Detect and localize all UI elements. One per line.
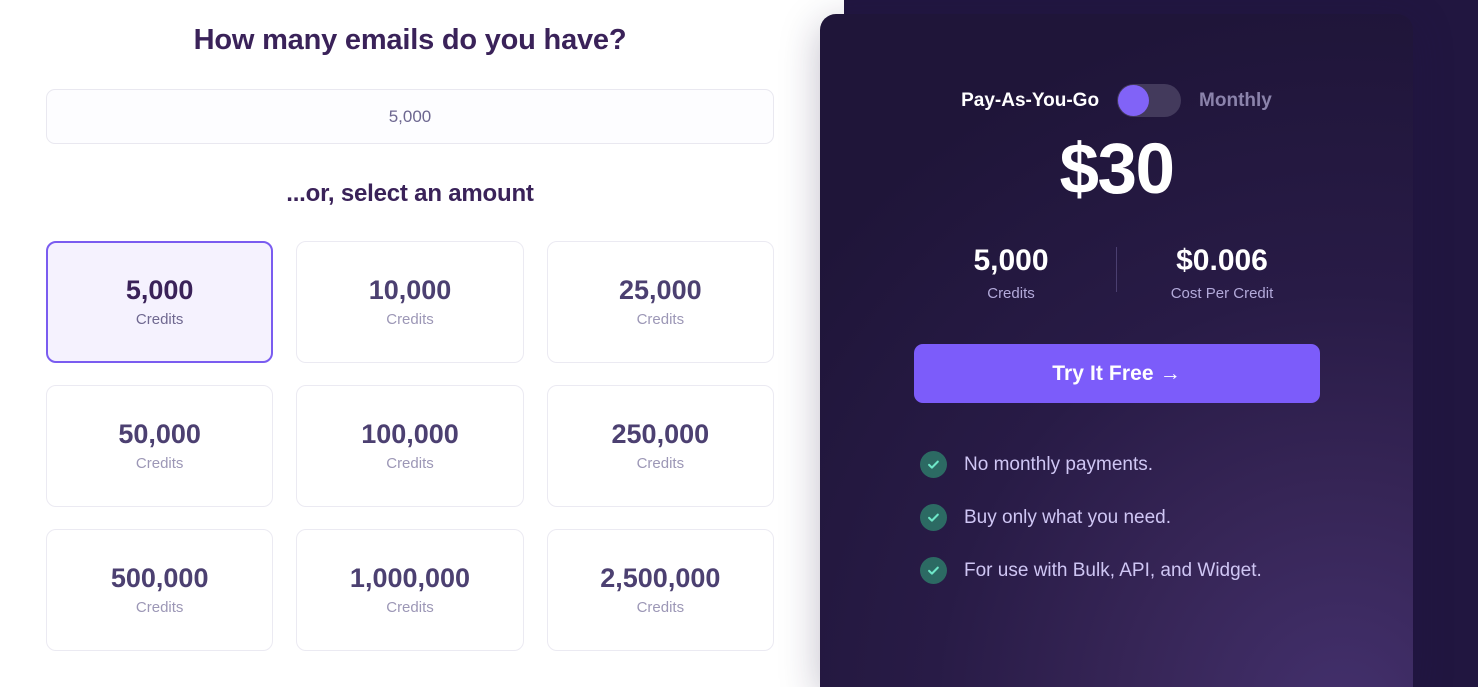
cta-label: Try It Free xyxy=(1052,361,1154,385)
plan-summary-card: Pay-As-You-Go Monthly $30 5,000 Credits … xyxy=(820,14,1413,687)
credit-option-label: Credits xyxy=(636,311,685,329)
feature-text: For use with Bulk, API, and Widget. xyxy=(964,559,1262,581)
credit-option-label: Credits xyxy=(386,311,434,329)
credit-option-amount: 1,000,000 xyxy=(349,562,471,593)
pricing-calculator-screen: How many emails do you have? ...or, sele… xyxy=(0,0,1478,687)
switch-knob xyxy=(1118,85,1150,116)
plan-summary-pane: Pay-As-You-Go Monthly $30 5,000 Credits … xyxy=(820,0,1478,687)
arrow-right-icon: → xyxy=(1159,361,1181,385)
plan-stat-label: Credits xyxy=(987,285,1035,303)
page-title: How many emails do you have? xyxy=(193,24,627,56)
billing-option-pay-as-you-go[interactable]: Pay-As-You-Go xyxy=(961,90,1099,112)
credit-option-card[interactable]: 5,000 Credits xyxy=(46,241,274,363)
credit-option-amount: 2,500,000 xyxy=(600,562,721,593)
credit-options-grid: 5,000 Credits 10,000 Credits 25,000 Cred… xyxy=(46,241,774,651)
try-it-free-button[interactable]: Try It Free → xyxy=(913,344,1320,404)
email-count-field-wrapper xyxy=(46,89,774,144)
credit-option-card[interactable]: 100,000 Credits xyxy=(296,385,524,507)
credit-option-amount: 100,000 xyxy=(361,418,459,449)
credit-option-card[interactable]: 500,000 Credits xyxy=(46,529,274,651)
credit-option-label: Credits xyxy=(386,455,434,473)
list-item: No monthly payments. xyxy=(920,451,1379,479)
credit-option-label: Credits xyxy=(386,599,434,617)
credit-option-card[interactable]: 250,000 Credits xyxy=(546,385,774,507)
credit-option-label: Credits xyxy=(636,599,685,617)
plan-price: $30 xyxy=(1059,130,1175,209)
billing-mode-switch[interactable] xyxy=(1117,84,1182,117)
plan-stat-value: 5,000 xyxy=(973,243,1049,277)
credit-option-amount: 10,000 xyxy=(368,274,452,305)
credit-option-label: Credits xyxy=(135,599,184,617)
check-circle-icon xyxy=(920,557,947,585)
credit-option-amount: 50,000 xyxy=(118,418,201,449)
credit-option-amount: 250,000 xyxy=(611,418,710,449)
billing-option-monthly[interactable]: Monthly xyxy=(1199,90,1272,112)
plan-stat-value: $0.006 xyxy=(1176,243,1268,277)
credit-option-amount: 25,000 xyxy=(619,274,702,305)
credit-option-card[interactable]: 2,500,000 Credits xyxy=(546,529,774,651)
credit-option-amount: 5,000 xyxy=(125,274,194,305)
select-amount-subtitle: ...or, select an amount xyxy=(286,180,534,207)
credit-option-label: Credits xyxy=(135,311,184,329)
check-circle-icon xyxy=(920,451,947,479)
credit-option-card[interactable]: 1,000,000 Credits xyxy=(296,529,524,651)
credit-option-amount: 500,000 xyxy=(110,562,209,593)
billing-mode-toggle-row: Pay-As-You-Go Monthly xyxy=(854,14,1379,117)
credit-option-card[interactable]: 10,000 Credits xyxy=(296,241,524,363)
plan-stat-label: Cost Per Credit xyxy=(1170,285,1274,303)
credit-option-card[interactable]: 50,000 Credits xyxy=(46,385,274,507)
credit-option-label: Credits xyxy=(636,455,685,473)
credit-option-label: Credits xyxy=(135,455,184,473)
list-item: Buy only what you need. xyxy=(920,504,1379,532)
feature-text: Buy only what you need. xyxy=(964,506,1172,528)
feature-text: No monthly payments. xyxy=(964,453,1154,475)
credit-option-card[interactable]: 25,000 Credits xyxy=(546,241,774,363)
check-circle-icon xyxy=(920,504,947,532)
email-count-input[interactable] xyxy=(46,89,774,144)
plan-stats-row: 5,000 Credits $0.006 Cost Per Credit xyxy=(854,244,1379,303)
list-item: For use with Bulk, API, and Widget. xyxy=(920,557,1379,585)
plan-stat-credits: 5,000 Credits xyxy=(913,244,1109,303)
stats-divider xyxy=(1116,246,1117,293)
plan-stat-cost-per-credit: $0.006 Cost Per Credit xyxy=(1124,244,1320,303)
plan-feature-list: No monthly payments. Buy only what you n… xyxy=(920,451,1379,585)
credit-calculator-pane: How many emails do you have? ...or, sele… xyxy=(0,0,820,687)
